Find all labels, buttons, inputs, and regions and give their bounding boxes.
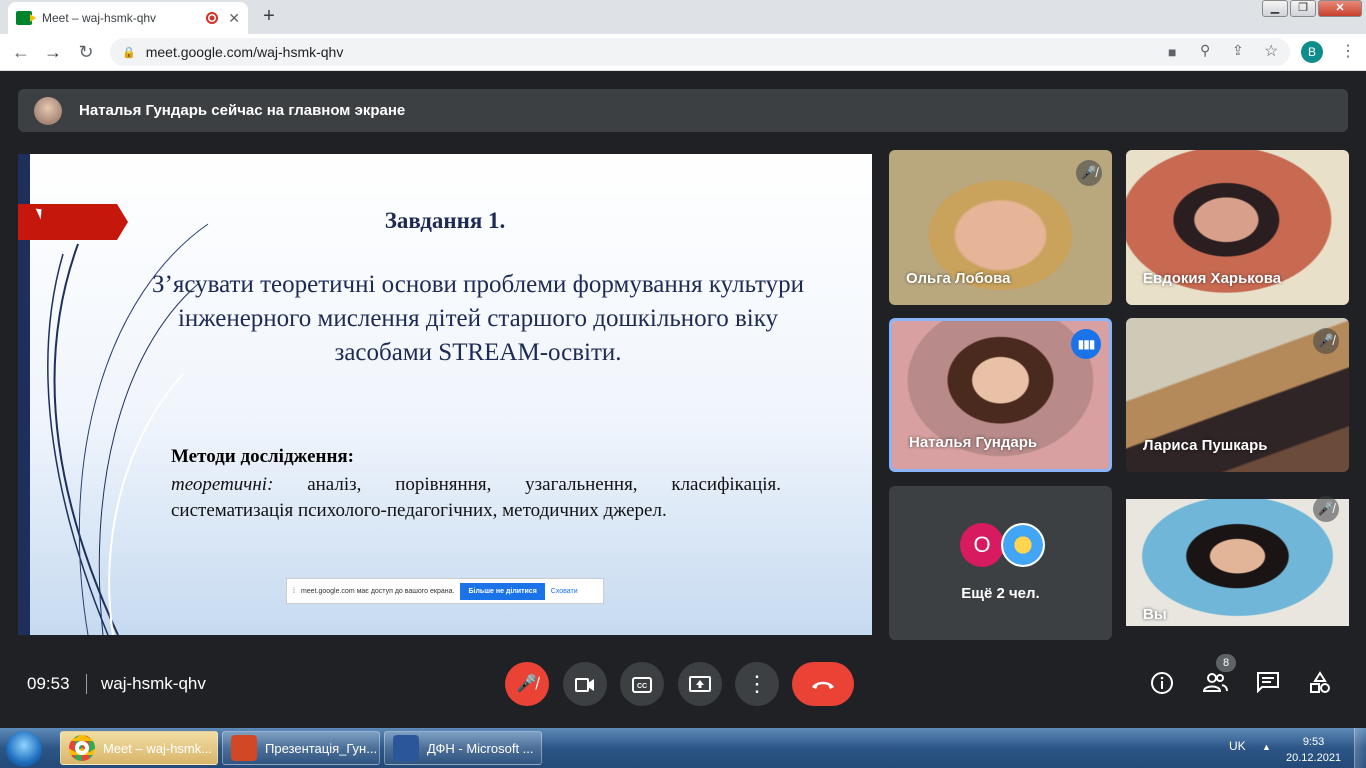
hang-up-icon bbox=[812, 681, 834, 689]
more-options-button[interactable]: ⋮ bbox=[735, 662, 779, 706]
participant-name: Наталья Гундарь bbox=[909, 434, 1038, 451]
participant-tile[interactable]: 🎤̸ Лариса Пушкарь bbox=[1126, 318, 1349, 472]
meeting-time: 09:53 bbox=[27, 674, 70, 693]
participant-tile[interactable]: Евдокия Харькова bbox=[1126, 150, 1349, 305]
presenting-banner: Наталья Гундарь сейчас на главном экране bbox=[18, 89, 1348, 132]
forward-arrow-icon[interactable]: → bbox=[42, 42, 64, 64]
screen-share-notice: ⁞ meet.google.com має доступ до вашого е… bbox=[286, 578, 604, 604]
meeting-details-button[interactable] bbox=[1148, 671, 1176, 699]
back-arrow-icon[interactable]: ← bbox=[10, 42, 32, 64]
participant-logo-avatar bbox=[1001, 523, 1045, 567]
activities-icon bbox=[1310, 671, 1330, 693]
slide-methods-italic: теоретичні: bbox=[171, 474, 274, 495]
taskbar-item-word[interactable]: ДФН - Microsoft ... bbox=[384, 731, 542, 765]
shared-screen: Завдання 1. З’ясувати теоретичні основи … bbox=[18, 154, 872, 635]
clock-date: 20.12.2021 bbox=[1286, 752, 1342, 764]
captions-icon: CC bbox=[632, 676, 652, 693]
participant-name: Вы bbox=[1143, 606, 1167, 623]
maximize-button[interactable]: ❐ bbox=[1290, 0, 1316, 17]
slide-methods-text: теоретичні: аналіз, порівняння, узагальн… bbox=[171, 472, 781, 524]
share-notice-text: meet.google.com має доступ до вашого екр… bbox=[300, 587, 455, 595]
minimize-button[interactable]: ▁ bbox=[1262, 0, 1288, 17]
svg-text:CC: CC bbox=[637, 683, 647, 690]
camera-toggle-button[interactable] bbox=[563, 662, 607, 706]
microphone-toggle-button[interactable]: 🎤̸ bbox=[505, 662, 549, 706]
people-icon bbox=[1202, 673, 1228, 692]
video-camera-icon bbox=[575, 677, 594, 692]
browser-tab-meet[interactable]: Meet – waj-hsmk-qhv ✕ bbox=[8, 2, 248, 34]
taskbar-item-label: Meet – waj-hsmk... bbox=[103, 740, 213, 756]
powerpoint-icon bbox=[231, 735, 257, 761]
end-call-button[interactable] bbox=[792, 662, 854, 706]
chat-icon bbox=[1257, 672, 1279, 694]
address-bar[interactable]: 🔒 meet.google.com/waj-hsmk-qhv bbox=[110, 38, 1290, 66]
hide-notice-button[interactable]: Сховати bbox=[551, 588, 578, 595]
window-controls: ▁ ❐ ✕ bbox=[1262, 0, 1362, 17]
lock-icon: 🔒 bbox=[122, 46, 136, 59]
present-icon bbox=[689, 675, 711, 692]
clock-time: 9:53 bbox=[1302, 736, 1325, 748]
mic-off-icon: 🎤̸ bbox=[1313, 328, 1339, 354]
profile-avatar[interactable]: B bbox=[1301, 41, 1323, 63]
share-icon[interactable]: ⇪ bbox=[1232, 42, 1244, 59]
captions-button[interactable]: CC bbox=[620, 662, 664, 706]
people-count-badge: 8 bbox=[1216, 654, 1236, 672]
browser-menu-icon[interactable]: ⋮ bbox=[1340, 41, 1356, 61]
tab-close-icon[interactable]: ✕ bbox=[228, 10, 240, 27]
show-desktop-button[interactable] bbox=[1354, 728, 1366, 768]
participant-tile[interactable]: 🎤̸ Ольга Лобова bbox=[889, 150, 1112, 305]
presenting-text: Наталья Гундарь сейчас на главном экране bbox=[79, 102, 406, 119]
info-icon bbox=[1151, 672, 1173, 694]
activities-button[interactable] bbox=[1306, 671, 1334, 699]
taskbar-item-label: ДФН - Microsoft ... bbox=[427, 740, 534, 756]
participant-name: Евдокия Харькова bbox=[1143, 270, 1282, 287]
presenter-avatar bbox=[34, 96, 62, 125]
participant-name: Лариса Пушкарь bbox=[1143, 437, 1268, 454]
speaking-indicator-icon: ▮▮▮ bbox=[1071, 329, 1101, 359]
taskbar-item-powerpoint[interactable]: Презентація_Гун... bbox=[222, 731, 380, 765]
new-tab-button[interactable]: + bbox=[256, 5, 282, 29]
present-screen-button[interactable] bbox=[678, 662, 722, 706]
system-clock[interactable]: 9:53 20.12.2021 bbox=[1286, 734, 1341, 766]
language-indicator[interactable]: UK bbox=[1229, 739, 1246, 753]
bookmark-star-icon[interactable]: ☆ bbox=[1264, 41, 1278, 61]
more-participants-label: Ещё 2 чел. bbox=[961, 585, 1040, 602]
browser-toolbar: ← → ↻ 🔒 meet.google.com/waj-hsmk-qhv ■ ⚲… bbox=[0, 34, 1366, 71]
show-hidden-icons-icon[interactable]: ▲ bbox=[1262, 742, 1271, 752]
recording-indicator-icon bbox=[206, 12, 219, 24]
people-button[interactable] bbox=[1201, 671, 1229, 699]
participant-avatar: O bbox=[960, 523, 1004, 567]
self-view-tile[interactable]: 🎤̸ Вы bbox=[1126, 486, 1349, 640]
slide-methods-heading: Методи дослідження: bbox=[171, 446, 355, 467]
stop-sharing-button[interactable]: Більше не ділитися bbox=[460, 582, 545, 600]
chat-button[interactable] bbox=[1254, 671, 1282, 699]
camera-icon[interactable]: ■ bbox=[1168, 44, 1176, 60]
chrome-icon bbox=[69, 735, 95, 761]
close-window-button[interactable]: ✕ bbox=[1318, 0, 1362, 17]
meeting-code: waj-hsmk-qhv bbox=[101, 674, 206, 693]
taskbar-item-label: Презентація_Гун... bbox=[265, 740, 378, 756]
more-participants-tile[interactable]: O Ещё 2 чел. bbox=[889, 486, 1112, 640]
mic-off-icon: 🎤̸ bbox=[1313, 496, 1339, 522]
slide-task-text: З’ясувати теоретичні основи проблеми фор… bbox=[151, 271, 804, 366]
tab-title: Meet – waj-hsmk-qhv bbox=[42, 11, 157, 25]
meet-favicon-icon bbox=[16, 11, 36, 25]
taskbar-item-chrome[interactable]: Meet – waj-hsmk... bbox=[60, 731, 218, 765]
reload-icon[interactable]: ↻ bbox=[75, 42, 97, 64]
url-text: meet.google.com/waj-hsmk-qhv bbox=[145, 44, 344, 60]
start-button-windows-icon[interactable] bbox=[6, 731, 42, 767]
word-icon bbox=[393, 735, 419, 761]
slide-title: Завдання 1. bbox=[384, 208, 506, 233]
participant-name: Ольга Лобова bbox=[906, 270, 1011, 287]
participant-tile-active-speaker[interactable]: ▮▮▮ Наталья Гундарь bbox=[889, 318, 1112, 472]
divider bbox=[86, 674, 87, 694]
drag-handle-icon[interactable]: ⁞ bbox=[293, 588, 295, 595]
zoom-icon[interactable]: ⚲ bbox=[1200, 42, 1210, 59]
mic-off-icon: 🎤̸ bbox=[1076, 160, 1102, 186]
